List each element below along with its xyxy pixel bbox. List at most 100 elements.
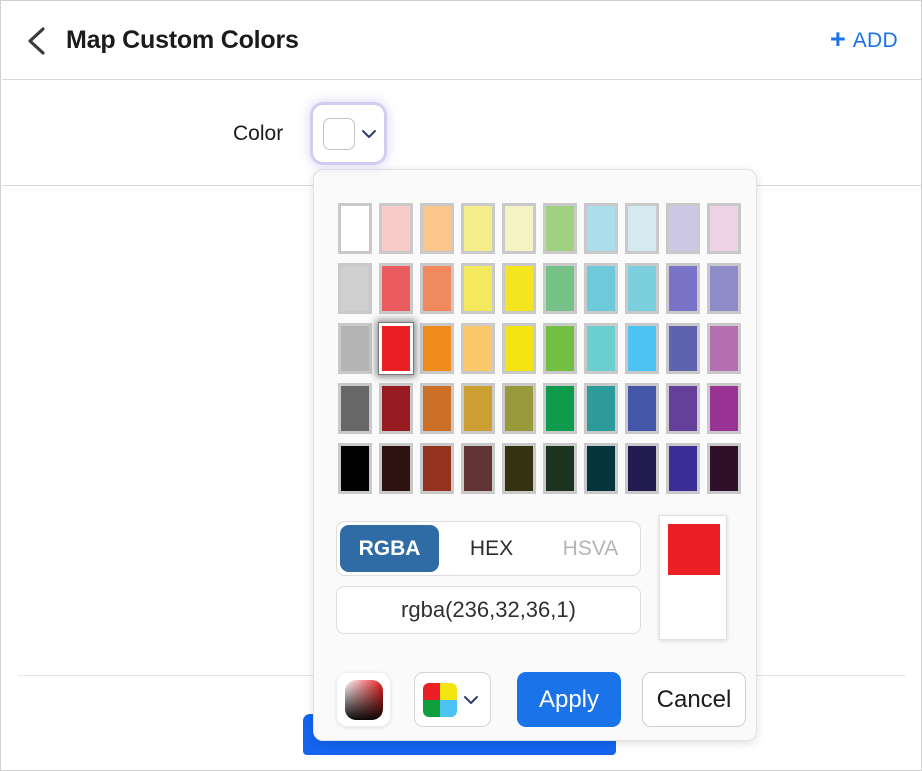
palette-swatch[interactable]	[458, 258, 497, 318]
palette-swatch[interactable]	[417, 258, 456, 318]
palette-swatch-color	[501, 202, 536, 254]
palette-swatch-color	[624, 262, 659, 314]
palette-swatch[interactable]	[540, 258, 579, 318]
color-dropdown-trigger[interactable]	[313, 105, 384, 162]
palette-swatch-color	[460, 202, 495, 254]
quadrant-3	[423, 699, 440, 717]
palette-select-dropdown[interactable]	[414, 672, 491, 727]
palette-swatch[interactable]	[581, 438, 620, 498]
palette-swatch[interactable]	[417, 378, 456, 438]
palette-swatch-color	[501, 262, 536, 314]
palette-swatch[interactable]	[540, 198, 579, 258]
tab-rgba[interactable]: RGBA	[340, 525, 439, 572]
palette-swatch-color	[706, 202, 741, 254]
palette-swatch[interactable]	[417, 318, 456, 378]
palette-swatch[interactable]	[499, 378, 538, 438]
palette-swatch[interactable]	[663, 258, 702, 318]
palette-swatch[interactable]	[335, 438, 374, 498]
palette-swatch[interactable]	[581, 198, 620, 258]
palette-swatch[interactable]	[540, 438, 579, 498]
palette-swatch[interactable]	[417, 438, 456, 498]
palette-swatch-color	[460, 382, 495, 434]
picker-footer: Apply Cancel	[314, 657, 758, 742]
palette-swatch[interactable]	[458, 318, 497, 378]
palette-swatch[interactable]	[376, 438, 415, 498]
palette-swatch-color	[337, 202, 372, 254]
add-button[interactable]: + ADD	[830, 26, 898, 54]
palette-swatch-color	[624, 322, 659, 374]
palette-swatch[interactable]	[499, 258, 538, 318]
add-button-label: ADD	[852, 28, 898, 52]
palette-swatch[interactable]	[622, 198, 661, 258]
palette-swatch[interactable]	[622, 258, 661, 318]
palette-swatch-color	[542, 202, 577, 254]
palette-swatch[interactable]	[376, 258, 415, 318]
tab-hsva[interactable]: HSVA	[541, 522, 640, 575]
palette-swatch[interactable]	[622, 378, 661, 438]
palette-swatch[interactable]	[335, 318, 374, 378]
palette-swatch-color	[665, 262, 700, 314]
palette-swatch-color	[337, 382, 372, 434]
palette-swatch[interactable]	[499, 318, 538, 378]
palette-swatch-color	[583, 202, 618, 254]
palette-swatch[interactable]	[622, 438, 661, 498]
palette-swatch[interactable]	[663, 198, 702, 258]
palette-swatch[interactable]	[704, 378, 743, 438]
palette-swatch[interactable]	[663, 438, 702, 498]
palette-swatch[interactable]	[704, 318, 743, 378]
tab-hex[interactable]: HEX	[442, 522, 541, 575]
chevron-left-icon	[25, 25, 49, 57]
palette-swatch[interactable]	[376, 198, 415, 258]
palette-swatch[interactable]	[704, 258, 743, 318]
palette-swatch[interactable]	[458, 438, 497, 498]
palette-swatch-color	[460, 442, 495, 494]
palette-swatch[interactable]	[499, 198, 538, 258]
palette-swatch-color	[419, 442, 454, 494]
palette-swatch-color	[624, 382, 659, 434]
app-window: Map Custom Colors + ADD Color RGBA HEX H…	[0, 0, 922, 771]
palette-swatch-color	[665, 202, 700, 254]
page-header: Map Custom Colors + ADD	[2, 2, 921, 80]
palette-swatch[interactable]	[622, 318, 661, 378]
palette-swatch[interactable]	[540, 378, 579, 438]
color-preview	[659, 515, 727, 640]
gradient-picker-button[interactable]	[336, 672, 391, 727]
palette-swatch[interactable]	[704, 198, 743, 258]
palette-swatch-color	[419, 382, 454, 434]
cancel-button[interactable]: Cancel	[642, 672, 746, 727]
palette-swatch[interactable]	[663, 378, 702, 438]
palette-swatch[interactable]	[376, 378, 415, 438]
color-format-tabs: RGBA HEX HSVA	[336, 521, 641, 576]
palette-swatch[interactable]	[581, 378, 620, 438]
palette-swatch-color	[419, 202, 454, 254]
preview-new-color	[668, 524, 720, 575]
palette-swatch-color	[377, 321, 414, 375]
palette-swatch[interactable]	[458, 198, 497, 258]
palette-swatch[interactable]	[581, 258, 620, 318]
gradient-picker-icon	[344, 679, 383, 720]
color-value-input[interactable]: rgba(236,32,36,1)	[336, 586, 641, 634]
palette-swatch-color	[706, 262, 741, 314]
apply-button[interactable]: Apply	[517, 672, 621, 727]
palette-swatch-color	[706, 442, 741, 494]
palette-swatch[interactable]	[335, 378, 374, 438]
palette-swatch-color	[665, 442, 700, 494]
palette-swatch[interactable]	[540, 318, 579, 378]
palette-swatch-color	[542, 382, 577, 434]
palette-swatch[interactable]	[581, 318, 620, 378]
palette-swatch[interactable]	[335, 198, 374, 258]
color-picker-popup: RGBA HEX HSVA rgba(236,32,36,1) Apply Ca…	[313, 169, 757, 741]
palette-swatch-color	[665, 382, 700, 434]
palette-swatch[interactable]	[335, 258, 374, 318]
palette-swatch-color	[337, 262, 372, 314]
back-button[interactable]	[14, 18, 60, 64]
palette-swatch[interactable]	[663, 318, 702, 378]
palette-swatch[interactable]	[417, 198, 456, 258]
palette-swatch-selected[interactable]	[376, 318, 415, 378]
palette-swatch[interactable]	[499, 438, 538, 498]
palette-swatch-color	[706, 322, 741, 374]
palette-swatch[interactable]	[704, 438, 743, 498]
palette-swatch-color	[378, 442, 413, 494]
palette-swatch-color	[583, 382, 618, 434]
palette-swatch[interactable]	[458, 378, 497, 438]
